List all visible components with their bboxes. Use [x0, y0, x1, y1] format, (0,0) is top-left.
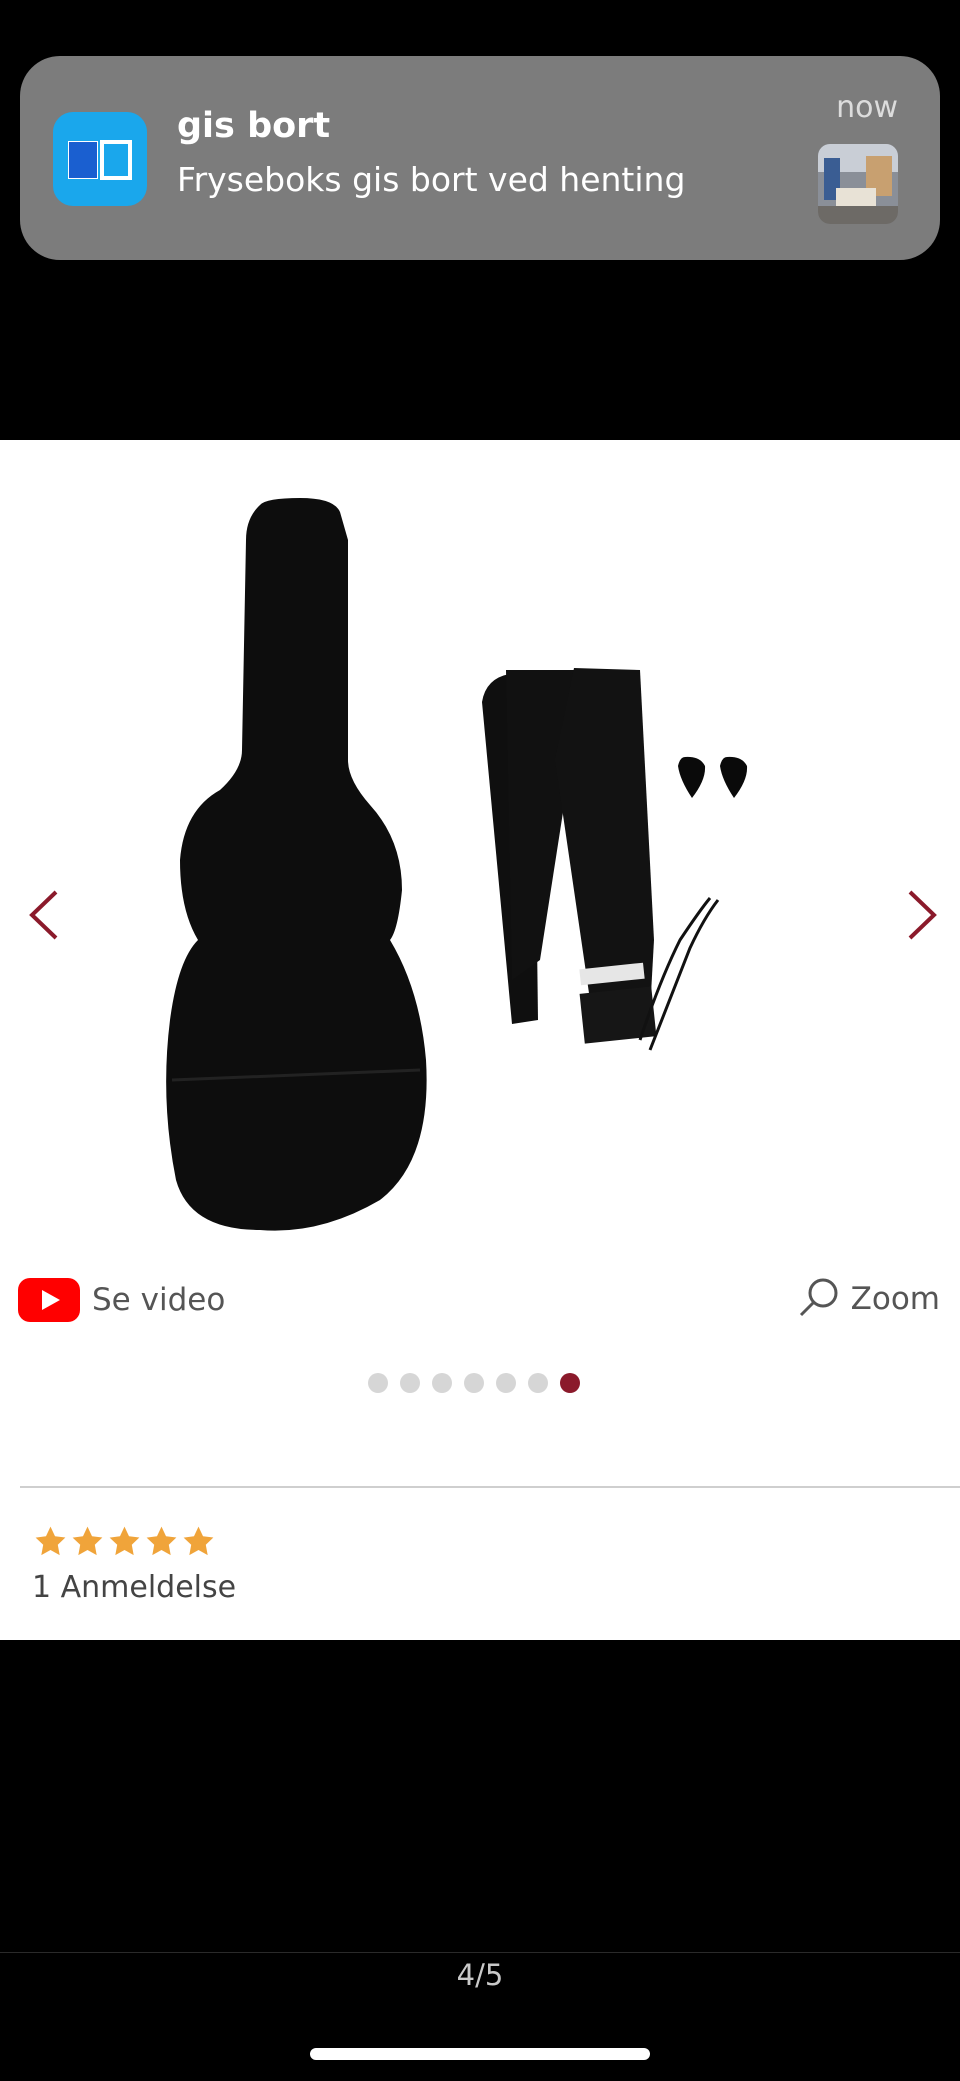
carousel-indicator — [368, 1373, 580, 1393]
carousel-dot[interactable] — [368, 1373, 388, 1393]
zoom-label: Zoom — [850, 1281, 940, 1317]
home-indicator[interactable] — [310, 2048, 650, 2060]
carousel-dot[interactable] — [528, 1373, 548, 1393]
book-icon — [53, 112, 147, 206]
footer-divider — [0, 1952, 960, 1953]
reviews-count-link[interactable]: 1 Anmeldelse — [32, 1570, 236, 1605]
previous-image-arrow[interactable] — [20, 880, 70, 950]
star-icon — [146, 1526, 177, 1556]
carousel-dot[interactable] — [496, 1373, 516, 1393]
star-icon — [183, 1526, 214, 1556]
notification-thumbnail — [818, 144, 898, 224]
notification-message: Fryseboks gis bort ved henting — [177, 160, 686, 199]
star-icon — [109, 1526, 140, 1556]
carousel-dot[interactable] — [400, 1373, 420, 1393]
carousel-dot-active[interactable] — [560, 1373, 580, 1393]
notification-time: now — [836, 90, 898, 125]
carousel-dot[interactable] — [464, 1373, 484, 1393]
product-card: Se video Zoom 1 Anmeldelse — [0, 440, 960, 1640]
zoom-button[interactable]: Zoom — [797, 1274, 940, 1324]
carousel-dot[interactable] — [432, 1373, 452, 1393]
divider — [20, 1486, 960, 1488]
notification-title: gis bort — [177, 106, 331, 146]
star-icon — [72, 1526, 103, 1556]
product-image[interactable] — [120, 460, 820, 1250]
notification-banner[interactable]: gis bort Fryseboks gis bort ved henting … — [20, 56, 940, 260]
search-icon — [797, 1275, 841, 1323]
page-counter: 4/5 — [456, 1958, 504, 1992]
rating-stars[interactable] — [32, 1524, 217, 1559]
next-image-arrow[interactable] — [896, 880, 946, 950]
watch-video-button[interactable]: Se video — [18, 1276, 225, 1324]
star-icon — [35, 1526, 66, 1556]
video-label: Se video — [92, 1282, 226, 1318]
youtube-icon — [18, 1278, 80, 1322]
